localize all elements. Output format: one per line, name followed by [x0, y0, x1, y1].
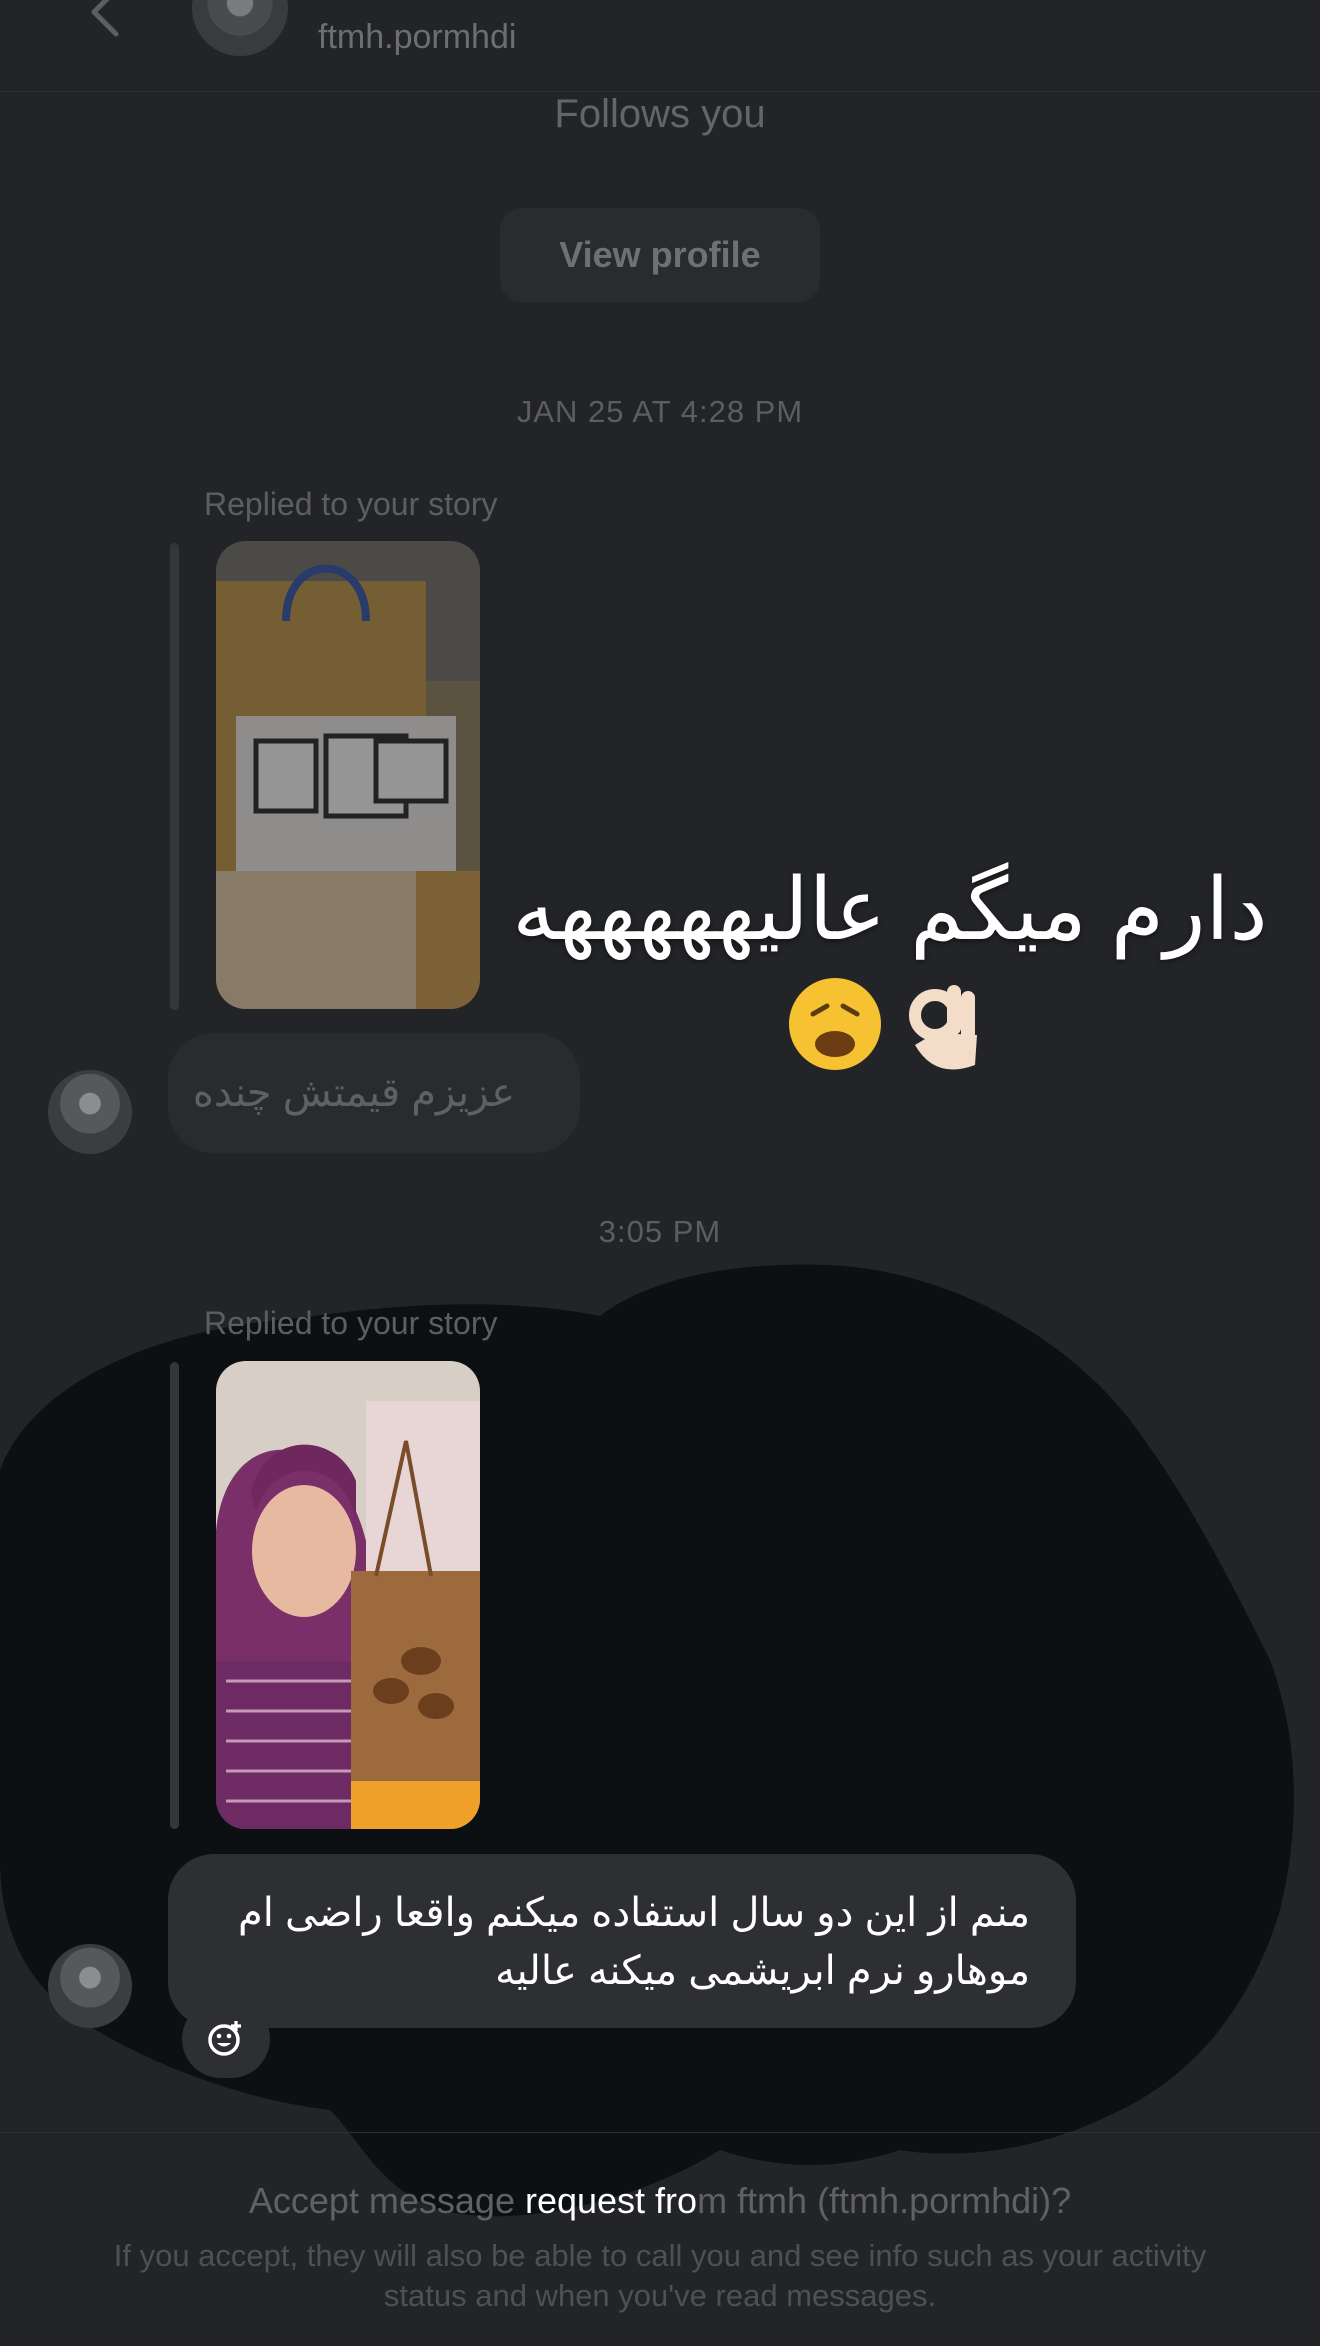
accept-request-title: Accept message request from ftmh (ftmh.p…	[0, 2180, 1320, 2222]
sender-avatar[interactable]	[48, 1070, 132, 1154]
message-bubble[interactable]: عزیزم قیمتش چنده	[168, 1033, 580, 1153]
divider	[0, 2132, 1320, 2133]
replied-to-story-label: Replied to your story	[204, 1305, 498, 1341]
header-avatar[interactable]	[192, 0, 288, 56]
message-bubble[interactable]: منم از این دو سال استفاده میکنم واقعا را…	[168, 1854, 1076, 2028]
timestamp: 3:05 PM	[598, 1214, 722, 1249]
accept-title-suffix: m ftmh (ftmh.pormhdi)?	[697, 2180, 1072, 2221]
chat-header: ftmh.pormhdi	[0, 0, 1320, 92]
back-arrow-icon[interactable]	[84, 0, 128, 44]
ok-hand-icon	[909, 985, 977, 1070]
follows-you-label: Follows you	[554, 92, 766, 136]
timestamp: JAN 25 AT 4:28 PM	[516, 394, 804, 429]
replied-to-story-label: Replied to your story	[204, 486, 498, 522]
add-reaction-button[interactable]	[182, 2000, 270, 2078]
reply-indicator-bar	[170, 1362, 179, 1829]
accept-request-description: If you accept, they will also be able to…	[113, 2238, 1207, 2313]
sender-avatar[interactable]	[48, 1944, 132, 2028]
accept-title-highlight: request fro	[524, 2180, 698, 2221]
weary-face-icon	[789, 978, 881, 1070]
reply-indicator-bar	[170, 543, 179, 1010]
story-thumbnail[interactable]	[216, 541, 480, 1009]
accept-title-prefix: Accept message	[248, 2180, 525, 2221]
emoji-add-icon	[208, 2021, 241, 2056]
story-thumbnail[interactable]	[216, 1361, 480, 1829]
header-username[interactable]: ftmh.pormhdi	[318, 18, 516, 57]
view-profile-button[interactable]: View profile	[500, 208, 820, 302]
story-text-overlay: دارم میگم عالیهههههه	[512, 862, 1268, 958]
